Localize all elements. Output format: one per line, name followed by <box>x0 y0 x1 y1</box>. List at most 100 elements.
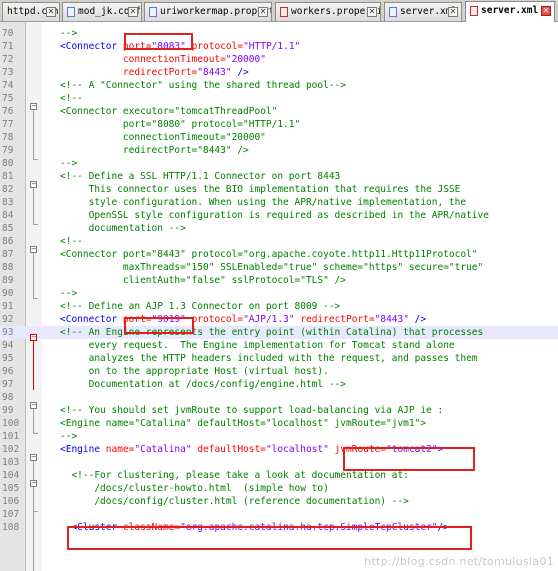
token-cmt: <!-- <box>60 93 83 104</box>
token-cmt: connectionTimeout="20000" <box>60 132 266 143</box>
file-icon <box>389 7 397 17</box>
code-text: redirectPort="8443" /> <box>60 144 249 157</box>
code-line[interactable]: 88 maxThreads="150" SSLEnabled="true" sc… <box>0 261 558 274</box>
close-icon[interactable]: ✕ <box>46 7 56 17</box>
code-line[interactable]: 89 clientAuth="false" sslProtocol="TLS" … <box>0 274 558 287</box>
fold-toggle-icon[interactable]: − <box>30 181 37 188</box>
code-line[interactable]: 73 redirectPort="8443" /> <box>0 66 558 79</box>
code-line[interactable]: 96 on to the appropriate Host (virtual h… <box>0 365 558 378</box>
line-number: 84 <box>2 210 14 221</box>
tab-workers-properties[interactable]: workers.properties ✕ <box>275 2 381 21</box>
code-line[interactable]: 74 <!-- A "Connector" using the shared th… <box>0 79 558 92</box>
close-icon[interactable]: ✕ <box>541 6 551 16</box>
code-text: <!-- Define a SSL HTTP/1.1 Connector on … <box>60 170 340 183</box>
line-number: 81 <box>2 171 14 182</box>
code-line[interactable]: 85 documentation --> <box>0 222 558 235</box>
tab-server-xml[interactable]: server.xml ✕ <box>384 2 462 21</box>
code-line[interactable]: 70 --> <box>0 27 558 40</box>
code-text: analyzes the HTTP headers included with … <box>60 352 478 365</box>
line-number: 78 <box>2 132 14 143</box>
code-text: --> <box>60 287 77 300</box>
code-line[interactable]: 99 <!-- You should set jvmRoute to suppor… <box>0 404 558 417</box>
tab-server-xml-active[interactable]: server.xml ✕ <box>465 1 555 22</box>
code-line[interactable]: 80 --> <box>0 157 558 170</box>
line-number: 86 <box>2 236 14 247</box>
code-text: /docs/config/cluster.html (reference doc… <box>60 495 409 508</box>
highlight-port-8083 <box>124 33 193 50</box>
code-line[interactable]: 94 every request. The Engine implementat… <box>0 339 558 352</box>
token-cmt: --> <box>60 288 78 299</box>
code-line[interactable]: 107 <box>0 508 558 521</box>
code-line[interactable]: 77 port="8080" protocol="HTTP/1.1" <box>0 118 558 131</box>
code-line[interactable]: 84 OpenSSL style configuration is requir… <box>0 209 558 222</box>
fold-guide-end <box>33 298 38 299</box>
code-line[interactable]: 97 Documentation at /docs/config/engine.… <box>0 378 558 391</box>
code-line[interactable]: 87 <Connector port="8443" protocol="org.a… <box>0 248 558 261</box>
tab-uriworkermap-properties[interactable]: uriworkermap.properties ✕ <box>144 2 272 21</box>
code-line[interactable]: 90 --> <box>0 287 558 300</box>
code-text: maxThreads="150" SSLEnabled="true" schem… <box>60 261 483 274</box>
highlight-cluster <box>67 526 472 550</box>
code-line[interactable]: 79 redirectPort="8443" /> <box>0 144 558 157</box>
code-line[interactable]: 72 connectionTimeout="20000" <box>0 53 558 66</box>
code-line[interactable]: 82 This connector uses the BIO implement… <box>0 183 558 196</box>
fold-toggle-icon[interactable]: − <box>30 402 37 409</box>
code-line[interactable]: 83 style configuration. When using the A… <box>0 196 558 209</box>
fold-toggle-icon[interactable]: − <box>30 334 37 341</box>
code-line[interactable]: 78 connectionTimeout="20000" <box>0 131 558 144</box>
highlight-port-9019 <box>124 317 194 334</box>
token-attr: redirectPort= <box>60 67 198 78</box>
close-icon[interactable]: ✕ <box>258 7 268 17</box>
token-cmt: OpenSSL style configuration is required … <box>60 210 489 221</box>
code-line[interactable]: 81 <!-- Define a SSL HTTP/1.1 Connector o… <box>0 170 558 183</box>
code-text: documentation --> <box>60 222 186 235</box>
code-line[interactable]: 106 /docs/config/cluster.html (reference… <box>0 495 558 508</box>
fold-toggle-icon[interactable]: − <box>30 480 37 487</box>
fold-toggle-icon[interactable]: − <box>30 103 37 110</box>
close-icon[interactable]: ✕ <box>128 7 138 17</box>
highlight-jvmroute <box>343 447 475 471</box>
token-cmt: <!-- A "Connector" using the shared thre… <box>60 80 346 91</box>
token-attr: connectionTimeout= <box>60 54 226 65</box>
token-val: "8443" <box>197 67 232 78</box>
file-icon <box>470 6 478 16</box>
code-text: <Connector port="9019" protocol="AJP/1.3… <box>60 313 426 326</box>
token-attr: defaultHost= <box>191 444 266 455</box>
code-line[interactable]: 95 analyzes the HTTP headers included wi… <box>0 352 558 365</box>
token-cmt: maxThreads="150" SSLEnabled="true" schem… <box>60 262 484 273</box>
token-cmt: <Connector executor="tomcatThreadPool" <box>60 106 278 117</box>
fold-guide-end <box>33 511 38 512</box>
close-icon[interactable]: ✕ <box>448 7 458 17</box>
token-tag: /> <box>408 314 427 325</box>
code-line[interactable]: 91 <!-- Define an AJP 1.3 Connector on po… <box>0 300 558 313</box>
code-line[interactable]: 71 <Connector port="8083" protocol="HTTP/… <box>0 40 558 53</box>
code-line[interactable]: 100 <Engine name="Catalina" defaultHost="… <box>0 417 558 430</box>
code-text: <!-- Define an AJP 1.3 Connector on port… <box>60 300 340 313</box>
tab-mod-jk-conf[interactable]: mod_jk.conf ✕ <box>62 2 142 21</box>
code-line[interactable]: 101 --> <box>0 430 558 443</box>
line-number: 83 <box>2 197 14 208</box>
code-line[interactable]: 105 /docs/cluster-howto.html (simple how… <box>0 482 558 495</box>
line-number: 90 <box>2 288 14 299</box>
line-number: 108 <box>2 522 20 533</box>
code-line[interactable]: 92 <Connector port="9019" protocol="AJP/1… <box>0 313 558 326</box>
fold-toggle-icon[interactable]: − <box>30 454 37 461</box>
token-cmt: --> <box>60 28 78 39</box>
code-line[interactable]: 75 <!-- <box>0 92 558 105</box>
tab-httpd-conf[interactable]: httpd.conf ✕ <box>2 2 60 21</box>
tab-label: server.xml <box>481 5 539 16</box>
code-line[interactable]: 98 <box>0 391 558 404</box>
line-number: 100 <box>2 418 20 429</box>
line-number: 107 <box>2 509 20 520</box>
close-icon[interactable]: ✕ <box>367 7 377 17</box>
code-line[interactable]: 93 <!-- An Engine represents the entry po… <box>0 326 558 339</box>
code-text: /docs/cluster-howto.html (simple how to) <box>60 482 329 495</box>
token-cmt: on to the appropriate Host (virtual host… <box>60 366 329 377</box>
code-line[interactable]: 86 <!-- <box>0 235 558 248</box>
fold-guide <box>33 110 34 159</box>
code-line[interactable]: 76 <Connector executor="tomcatThreadPool" <box>0 105 558 118</box>
code-text: <Connector port="8443" protocol="org.apa… <box>60 248 478 261</box>
fold-toggle-icon[interactable]: − <box>30 246 37 253</box>
fold-guide-end <box>33 159 38 160</box>
code-text: <Connector executor="tomcatThreadPool" <box>60 105 277 118</box>
